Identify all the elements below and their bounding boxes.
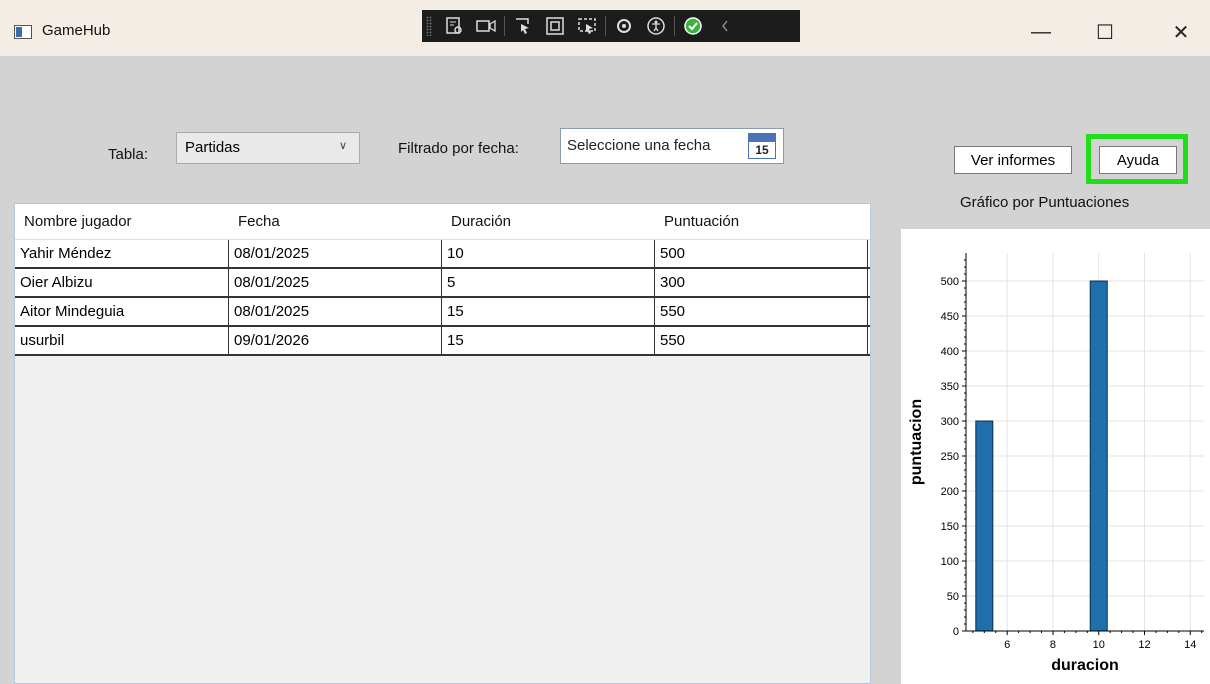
bar [1089,280,1108,632]
live-visual-tree-icon[interactable] [438,12,470,40]
table-label: Tabla: [108,146,149,163]
date-picker[interactable]: Seleccione una fecha 15 [560,128,784,164]
column-header[interactable]: Puntuación [655,204,868,239]
y-tick-label: 300 [941,416,959,428]
close-button[interactable]: ✕ [1158,14,1204,50]
table-row[interactable]: usurbil 09/01/2026 15 550 [15,327,870,356]
table-cell[interactable]: usurbil [15,327,229,354]
grid-header: Nombre jugador Fecha Duración Puntuación [15,204,870,240]
x-tick-label: 6 [1004,639,1010,651]
table-cell[interactable]: 08/01/2025 [229,240,442,267]
table-row[interactable]: Yahir Méndez 08/01/2025 10 500 [15,240,870,269]
y-tick-label: 500 [941,276,959,288]
table-cell[interactable]: Yahir Méndez [15,240,229,267]
y-tick-label: 50 [947,591,959,603]
x-tick-label: 10 [1093,639,1105,651]
chevron-down-icon: ∨ [338,140,347,152]
display-layout-adorners-icon[interactable] [539,12,571,40]
calendar-icon[interactable]: 15 [748,133,776,159]
table-cell[interactable]: 08/01/2025 [229,269,442,296]
data-grid[interactable]: Nombre jugador Fecha Duración Puntuación… [14,203,871,684]
track-focus-icon[interactable] [571,12,603,40]
date-filter-label: Filtrado por fecha: [398,140,519,157]
table-row[interactable]: Oier Albizu 08/01/2025 5 300 [15,269,870,298]
table-combobox[interactable]: Partidas ∨ [176,132,360,164]
table-cell[interactable]: 5 [442,269,655,296]
hot-reload-icon[interactable] [608,12,640,40]
select-element-icon[interactable] [507,12,539,40]
table-cell[interactable]: 08/01/2025 [229,298,442,325]
table-cell[interactable]: 550 [655,327,868,354]
table-cell[interactable]: 09/01/2026 [229,327,442,354]
table-cell[interactable]: 550 [655,298,868,325]
table-cell[interactable]: 10 [442,240,655,267]
table-cell[interactable]: 500 [655,240,868,267]
y-tick-label: 100 [941,556,959,568]
chart-panel: 0 50 100 150 200 250 300 350 400 450 500 6 8 10 12 14 du… [901,229,1210,684]
y-axis-label: puntuacion [908,399,925,485]
y-tick-label: 200 [941,486,959,498]
help-button[interactable]: Ayuda [1099,146,1177,174]
drag-grip-icon[interactable] [426,16,432,36]
calendar-day: 15 [755,143,769,157]
toolbar-separator [674,16,675,36]
table-cell[interactable]: Aitor Mindeguia [15,298,229,325]
column-header[interactable]: Fecha [229,204,442,239]
record-icon[interactable] [470,12,502,40]
reports-button[interactable]: Ver informes [954,146,1072,174]
y-tick-label: 150 [941,521,959,533]
column-header[interactable]: Duración [442,204,655,239]
maximize-button[interactable]: ☐ [1082,14,1128,50]
accessibility-icon[interactable] [640,12,672,40]
x-tick-label: 14 [1184,639,1196,651]
bar-chart: 0 50 100 150 200 250 300 350 400 450 500 6 8 10 12 14 du… [908,253,1204,674]
date-picker-placeholder[interactable]: Seleccione una fecha [567,137,710,154]
column-header[interactable]: Nombre jugador [15,204,229,239]
collapse-chevron-icon[interactable] [709,12,741,40]
table-combobox-value: Partidas [185,139,241,156]
table-cell[interactable]: 15 [442,327,655,354]
bar [975,420,994,632]
debug-toolbar [422,10,800,42]
y-tick-label: 350 [941,381,959,393]
y-tick-label: 0 [953,626,959,638]
table-cell[interactable]: Oier Albizu [15,269,229,296]
y-tick-label: 450 [941,311,959,323]
y-tick-label: 400 [941,346,959,358]
x-tick-label: 12 [1138,639,1150,651]
toolbar-separator [605,16,606,36]
app-icon [14,25,32,39]
x-tick-label: 8 [1050,639,1056,651]
window-title: GameHub [42,22,111,39]
binding-check-icon[interactable] [677,12,709,40]
help-button-highlight: Ayuda [1086,134,1188,184]
table-row[interactable]: Aitor Mindeguia 08/01/2025 15 550 [15,298,870,327]
minimize-button[interactable]: — [1018,14,1064,50]
toolbar-separator [504,16,505,36]
table-cell[interactable]: 300 [655,269,868,296]
table-cell[interactable]: 15 [442,298,655,325]
chart-title: Gráfico por Puntuaciones [960,194,1130,211]
y-tick-label: 250 [941,451,959,463]
x-axis-label: duracion [1051,657,1119,674]
